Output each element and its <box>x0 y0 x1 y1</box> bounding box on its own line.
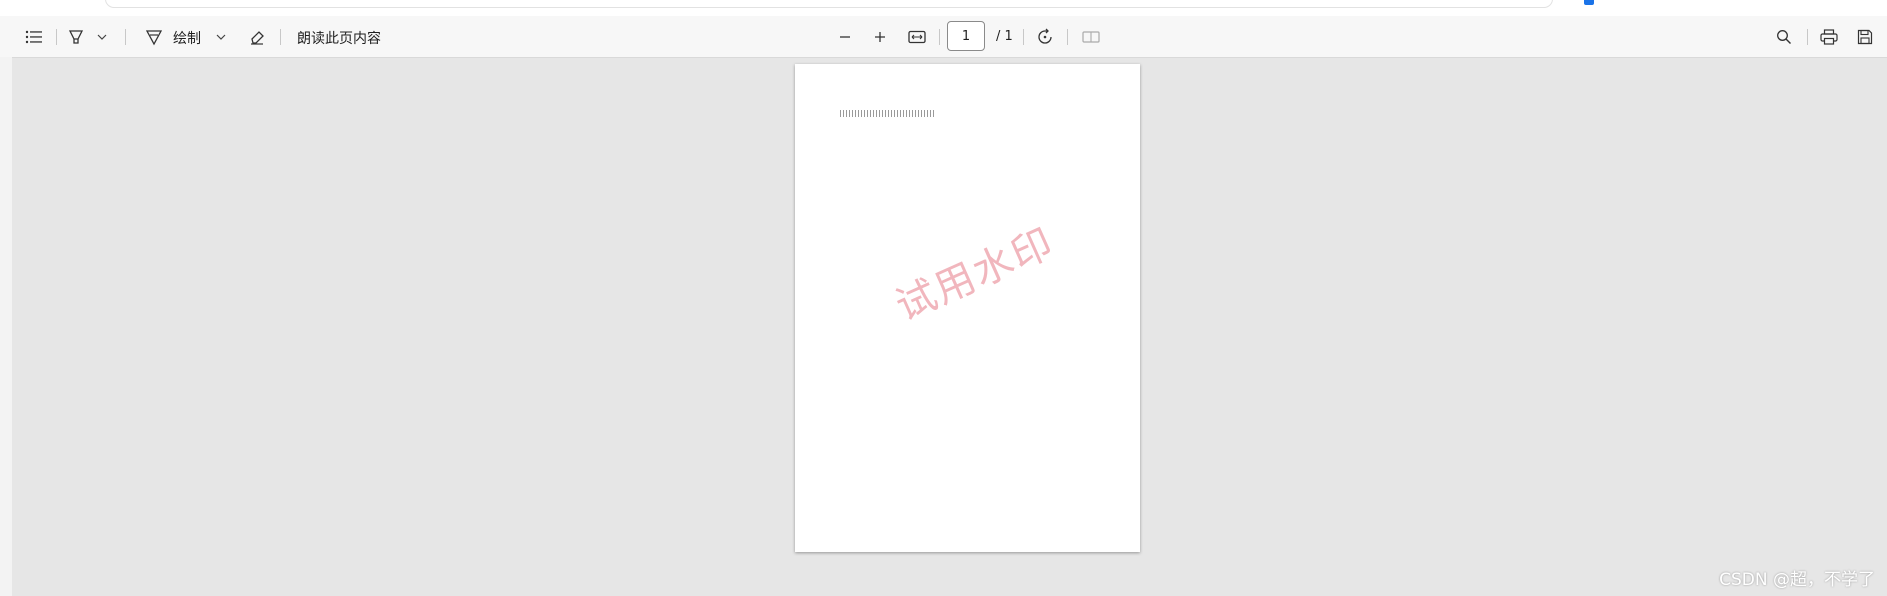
eraser-icon[interactable] <box>247 27 267 47</box>
toolbar-separator <box>125 29 126 45</box>
toolbar-separator <box>1023 29 1024 45</box>
draw-button-label[interactable]: 绘制 <box>173 28 201 48</box>
pen-icon[interactable] <box>144 27 164 47</box>
page-total: / 1 <box>996 29 1013 44</box>
extension-indicator[interactable] <box>1584 0 1594 5</box>
fit-width-icon[interactable] <box>906 27 928 47</box>
page-text-line <box>840 110 935 117</box>
toolbar-separator <box>939 29 940 45</box>
page-view-icon <box>1081 27 1101 47</box>
toolbar-separator <box>1067 29 1068 45</box>
chevron-down-icon[interactable] <box>215 30 227 44</box>
chevron-down-icon[interactable] <box>96 30 108 44</box>
credit-watermark: CSDN @超，不学了 <box>1719 570 1875 590</box>
watermark-text: 试用水印 <box>889 219 1062 331</box>
minus-icon[interactable] <box>835 27 855 47</box>
pdf-page: 试用水印 <box>795 64 1140 552</box>
toolbar-separator <box>1807 29 1808 45</box>
rotate-icon[interactable] <box>1035 27 1055 47</box>
viewer-left-edge <box>0 57 12 596</box>
plus-icon[interactable] <box>870 27 890 47</box>
print-icon[interactable] <box>1818 27 1840 47</box>
list-icon[interactable] <box>24 27 44 47</box>
save-icon[interactable] <box>1855 27 1875 47</box>
highlighter-icon[interactable] <box>66 27 86 47</box>
pdf-toolbar <box>0 16 1887 58</box>
read-aloud-button[interactable]: 朗读此页内容 <box>297 28 381 48</box>
toolbar-separator <box>280 29 281 45</box>
address-bar[interactable] <box>105 0 1553 8</box>
search-icon[interactable] <box>1774 27 1794 47</box>
browser-top-strip <box>0 0 1887 16</box>
page-number-input[interactable]: 1 <box>947 21 985 51</box>
toolbar-separator <box>56 29 57 45</box>
